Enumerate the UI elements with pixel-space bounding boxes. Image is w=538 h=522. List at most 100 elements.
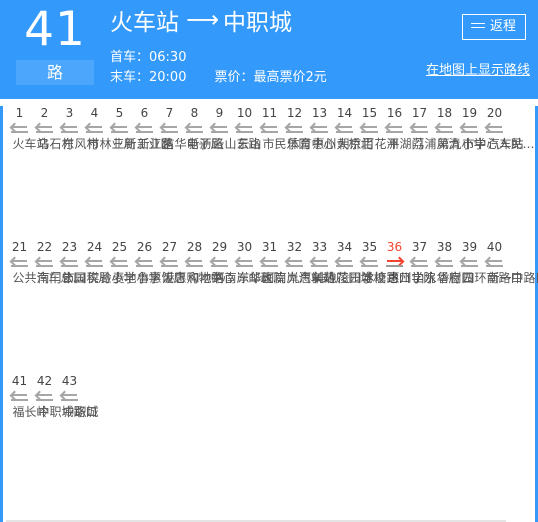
stop-name: 实验小学 <box>87 271 136 285</box>
stop-name: 福长岭 <box>12 405 49 419</box>
stop-item[interactable]: 33 美地花园城 <box>307 240 373 285</box>
stop-number: 5 <box>115 106 124 120</box>
stop-name: 冰塘路口 <box>362 271 411 285</box>
stop-arrow-icon <box>384 122 404 136</box>
stop-item[interactable]: 5 三新工业区 <box>107 106 173 151</box>
stop-number: 42 <box>36 374 53 388</box>
stop-name: 市国税局 <box>62 271 111 285</box>
stop-number: 35 <box>361 240 378 254</box>
stop-arrow-icon <box>209 122 229 136</box>
stop-item[interactable]: 17 荔浦风清 <box>407 106 461 151</box>
stop-arrow-icon <box>284 256 304 270</box>
stop-item[interactable]: 21 公共汽车总… <box>7 240 85 285</box>
stops-panel: 1 火车站 2 乌石村 3 东风村 4 市林业局 5 三新工业区 6 新江路 7 信华电子厂 8 新沥路 9 云山… <box>0 106 538 522</box>
stop-item[interactable]: 16 平湖门 <box>382 106 424 151</box>
stop-number: 37 <box>411 240 428 254</box>
stop-arrow-icon <box>459 122 479 136</box>
stop-item[interactable]: 14 朝京门 <box>332 106 374 151</box>
stop-arrow-icon <box>9 390 29 404</box>
stop-name: 麦地小学 <box>112 271 161 285</box>
show-route-on-map-link[interactable]: 在地图上显示路线 <box>426 62 530 80</box>
route-schedule: 首车：06:30 末车：20:00 票价：最高票价2元 <box>110 48 327 88</box>
stop-item[interactable]: 24 实验小学 <box>82 240 136 285</box>
stop-item[interactable]: 7 信华电子厂 <box>157 106 223 151</box>
stop-item[interactable]: 35 冰塘路口 <box>357 240 411 285</box>
stop-item[interactable]: 42 中职城路口 <box>32 374 98 419</box>
stop-item[interactable]: 11 市民乐园 <box>257 106 311 151</box>
stop-item[interactable]: 34 凌田学校 <box>332 240 386 285</box>
stop-item[interactable]: 8 新沥路 <box>182 106 224 151</box>
fare-info: 票价：最高票价2元 <box>214 70 327 85</box>
stop-arrow-icon <box>259 122 279 136</box>
stop-arrow-icon <box>184 122 204 136</box>
stop-item[interactable]: 19 市中心人民… <box>457 106 535 151</box>
stop-name: 鲁惠饭店 <box>137 271 186 285</box>
stop-name: 河南岸汽车站 <box>262 271 335 285</box>
stop-number: 14 <box>336 106 353 120</box>
stop-name: 中职城 <box>62 405 99 419</box>
return-trip-label: 返程 <box>489 19 516 34</box>
stop-item[interactable]: 4 市林业局 <box>82 106 136 151</box>
stop-item[interactable]: 28 和地路 <box>182 240 224 285</box>
stop-item[interactable]: 9 云山东路 <box>207 106 261 151</box>
stop-item[interactable]: 41 福长岭 <box>7 374 49 419</box>
stop-arrow-icon <box>284 122 304 136</box>
swap-arrows-icon <box>470 21 485 31</box>
stop-item[interactable]: 12 体育中心 <box>282 106 336 151</box>
stop-name: 平湖门 <box>387 137 424 151</box>
stop-number: 7 <box>165 106 174 120</box>
stop-name: 信华电子厂 <box>162 137 223 151</box>
return-trip-button[interactable]: 返程 <box>461 14 526 40</box>
stop-arrow-icon <box>434 256 454 270</box>
stop-item[interactable]: 27 港惠购物中心 <box>157 240 235 285</box>
stop-item[interactable]: 26 鲁惠饭店 <box>132 240 186 285</box>
stop-name: 市中心人民… <box>462 137 535 151</box>
stop-item[interactable]: 37 山水华府 <box>407 240 461 285</box>
stop-name: 新江路 <box>137 137 174 151</box>
stop-item[interactable]: 32 九惠制药厂 <box>282 240 348 285</box>
stop-item[interactable]: 39 四环南路口 <box>457 240 523 285</box>
stop-item[interactable]: 38 香樹园 <box>432 240 474 285</box>
stop-item[interactable]: 18 第九小学 <box>432 106 486 151</box>
stop-item[interactable]: 23 市国税局 <box>57 240 111 285</box>
stop-number: 3 <box>65 106 74 120</box>
stop-number: 6 <box>140 106 149 120</box>
route-header: 41 路 火车站 ⟶ 中职城 首车：06:30 末车：20:00 票价：最高票价2元 … <box>0 0 538 99</box>
stop-item[interactable]: 36 惠州学院 <box>382 240 436 285</box>
stop-arrow-icon <box>84 122 104 136</box>
stop-number: 32 <box>286 240 303 254</box>
stop-item[interactable]: 13 惠州大桥北 <box>307 106 373 151</box>
stop-number: 2 <box>40 106 49 120</box>
stop-number: 33 <box>311 240 328 254</box>
stop-item[interactable]: 25 麦地小学 <box>107 240 161 285</box>
stop-item[interactable]: 43 中职城 <box>57 374 99 419</box>
stop-arrow-icon <box>209 256 229 270</box>
stop-name: 第九小学 <box>437 137 486 151</box>
stop-item[interactable]: 15 百花洲 <box>357 106 399 151</box>
stop-arrow-icon <box>234 256 254 270</box>
stop-number: 41 <box>11 374 28 388</box>
stop-name: 凌田学校 <box>337 271 386 285</box>
stop-arrow-icon <box>334 256 354 270</box>
stop-name: 南门公园 <box>37 271 86 285</box>
stop-item[interactable]: 31 河南岸汽车站 <box>257 240 335 285</box>
route-origin: 火车站 <box>110 10 179 36</box>
stop-item[interactable]: 20 汽车站 <box>482 106 524 151</box>
stop-arrow-icon <box>259 256 279 270</box>
stop-name: 九惠制药厂 <box>287 271 348 285</box>
route-unit-label: 路 <box>16 60 94 85</box>
stop-item[interactable]: 22 南门公园 <box>32 240 86 285</box>
stop-name: 和地路 <box>187 271 224 285</box>
stop-item[interactable]: 29 河南岸邮政… <box>207 240 285 285</box>
stop-item[interactable]: 2 乌石村 <box>32 106 74 151</box>
stop-item[interactable]: 3 东风村 <box>57 106 99 151</box>
stop-row: 21 公共汽车总… 22 南门公园 23 市国税局 24 实验小学 25 麦地小学 26 鲁惠饭店 27… <box>3 240 538 370</box>
stop-item[interactable]: 30 东华医院 <box>232 240 286 285</box>
stop-item[interactable]: 1 火车站 <box>7 106 49 151</box>
stop-item[interactable]: 6 新江路 <box>132 106 174 151</box>
stop-arrow-icon <box>59 390 79 404</box>
stop-arrow-icon <box>109 122 129 136</box>
stop-item[interactable]: 10 云山 <box>232 106 262 151</box>
stop-item[interactable]: 40 新一中路口 <box>482 240 538 285</box>
stop-name: 百花洲 <box>362 137 399 151</box>
